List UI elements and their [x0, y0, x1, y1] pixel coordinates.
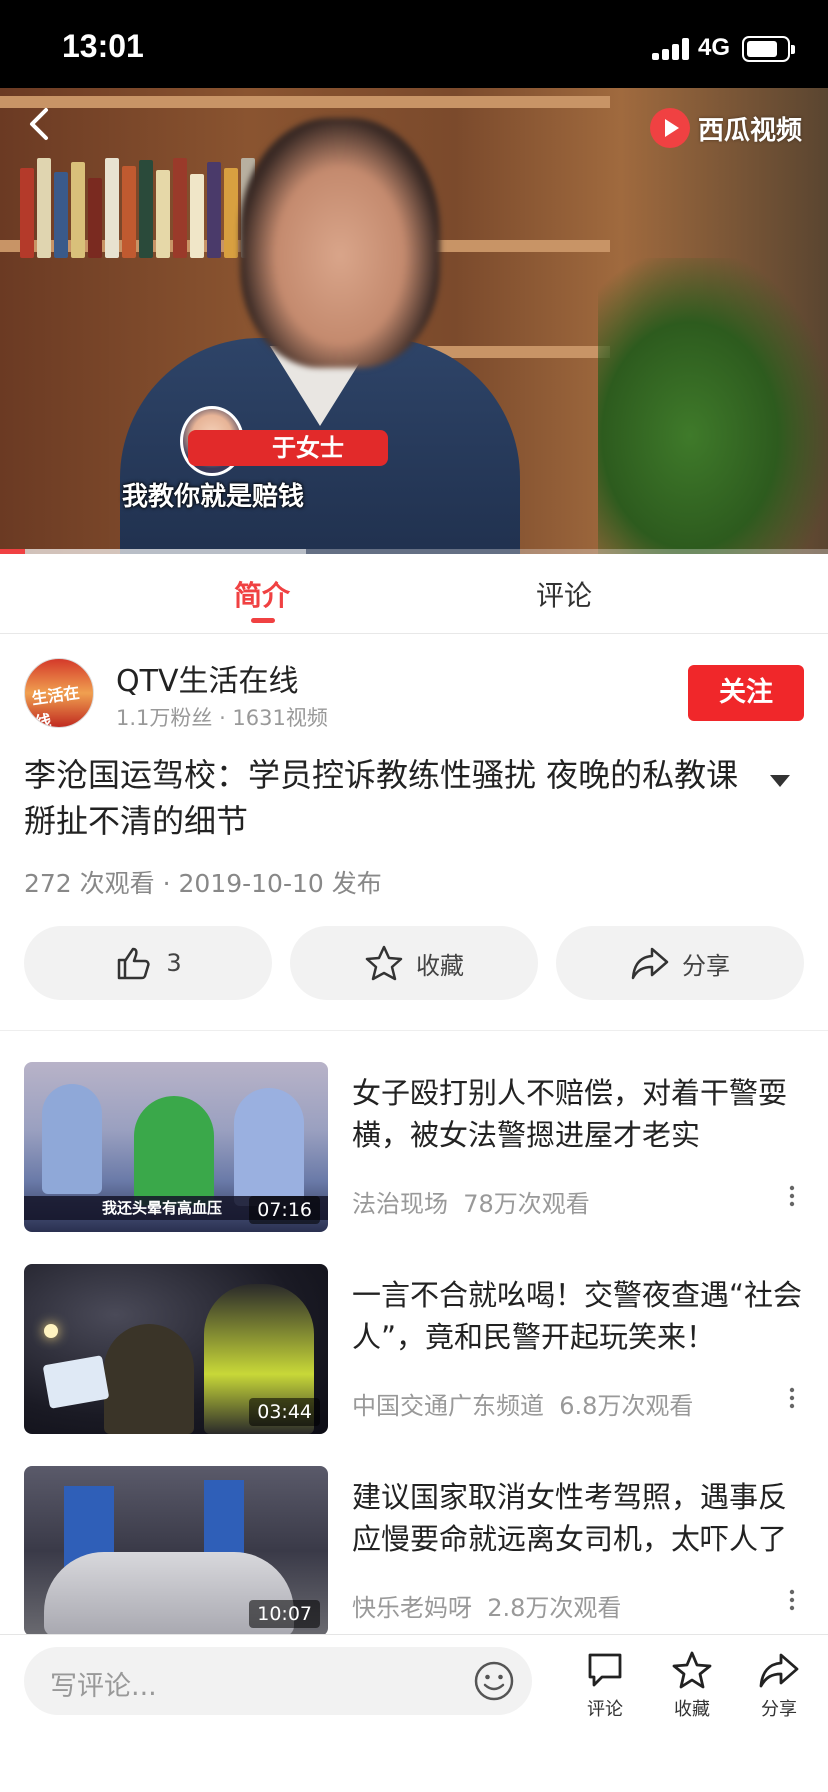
street-light [44, 1324, 58, 1338]
related-meta: 法治现场 78万次观看 [352, 1184, 590, 1219]
share-label: 分享 [682, 951, 730, 980]
favorite-bar-button[interactable]: 收藏 [657, 1649, 727, 1721]
brand-watermark: 西瓜视频 [649, 108, 802, 148]
related-source: 法治现场 [352, 1190, 448, 1218]
related-title: 一言不合就吆喝！交警夜查遇“社会人”，竟和民警开起玩笑来！ [352, 1278, 803, 1354]
share-bar-label: 分享 [761, 1699, 797, 1720]
more-dots-icon[interactable] [782, 1180, 802, 1212]
status-time: 13:01 [62, 28, 144, 64]
author-stats: 1.1万粉丝 · 1631视频 [116, 706, 328, 730]
related-title: 建议国家取消女性考驾照，遇事反应慢要命就远离女司机，太吓人了 [352, 1480, 788, 1556]
video-thumbnail: 我还头晕有高血压 07:16 [24, 1062, 328, 1232]
signal-icon [652, 38, 692, 60]
follow-button[interactable]: 关注 [688, 665, 804, 721]
author-avatar[interactable]: 生活在线 [24, 658, 94, 728]
expand-triangle-icon[interactable] [768, 772, 792, 790]
officer-figure [42, 1084, 102, 1194]
star-icon [365, 945, 403, 981]
share-arrow-icon [631, 947, 669, 980]
related-views: 2.8万次观看 [487, 1594, 622, 1622]
related-video[interactable]: 我还头晕有高血压 07:16 女子殴打别人不赔偿，对着干警耍横，被女法警摁进屋才… [24, 1062, 804, 1232]
share-arrow-icon [759, 1653, 799, 1688]
video-thumbnail: 10:07 [24, 1466, 328, 1636]
related-meta: 中国交通广东频道 6.8万次观看 [352, 1386, 693, 1421]
bottom-bar: 写评论... 评论 收藏 分享 [0, 1634, 828, 1792]
favorite-label: 收藏 [416, 951, 464, 980]
speaker-name-tag: 于女士 [188, 430, 388, 466]
blurred-face [240, 118, 440, 368]
author-name[interactable]: QTV生活在线 [116, 656, 298, 700]
emoji-icon[interactable] [472, 1659, 516, 1703]
like-button[interactable]: 3 [24, 926, 272, 1000]
star-icon [672, 1651, 712, 1689]
favorite-bar-label: 收藏 [674, 1699, 710, 1720]
plant [598, 258, 828, 554]
avatar-logo-text: 生活在线 [30, 682, 81, 728]
video-meta: 272 次观看 · 2019-10-10 发布 [24, 869, 382, 898]
thumbs-up-icon [118, 947, 150, 980]
comment-button[interactable]: 评论 [570, 1649, 640, 1721]
action-row: 3 收藏 分享 [24, 926, 804, 1000]
tab-active-indicator [251, 618, 275, 623]
favorite-button[interactable]: 收藏 [290, 926, 538, 1000]
tab-intro[interactable]: 简介 [234, 574, 290, 614]
status-bar: 13:01 4G [0, 0, 828, 88]
brand-name: 西瓜视频 [697, 115, 802, 146]
comment-placeholder: 写评论... [50, 1671, 157, 1702]
related-meta: 快乐老妈呀 2.8万次观看 [352, 1588, 621, 1623]
comment-input[interactable]: 写评论... [24, 1647, 532, 1715]
like-count: 3 [166, 949, 182, 977]
more-dots-icon[interactable] [782, 1382, 802, 1414]
section-divider [0, 1030, 828, 1031]
share-button[interactable]: 分享 [556, 926, 804, 1000]
tab-comments[interactable]: 评论 [536, 574, 592, 614]
share-bar-button[interactable]: 分享 [744, 1649, 814, 1721]
comment-label: 评论 [587, 1699, 623, 1720]
video-title: 李沧国运驾校：学员控诉教练性骚扰 夜晚的私教课 掰扯不清的细节 [24, 756, 739, 840]
video-duration: 03:44 [249, 1398, 320, 1426]
channel-logo [42, 1355, 110, 1409]
video-player[interactable]: 西瓜视频 于女士 我教你就是赔钱 [0, 88, 828, 554]
battery-icon [742, 36, 795, 62]
more-dots-icon[interactable] [782, 1584, 802, 1616]
related-video[interactable]: 10:07 建议国家取消女性考驾照，遇事反应慢要命就远离女司机，太吓人了 快乐老… [24, 1466, 804, 1636]
comment-bubble-icon [588, 1653, 622, 1687]
related-video[interactable]: 03:44 一言不合就吆喝！交警夜查遇“社会人”，竟和民警开起玩笑来！ 中国交通… [24, 1264, 804, 1434]
related-views: 78万次观看 [463, 1190, 590, 1218]
woman-figure [134, 1096, 214, 1206]
detail-tabs: 简介 评论 [0, 554, 828, 634]
related-title: 女子殴打别人不赔偿，对着干警耍横，被女法警摁进屋才老实 [352, 1076, 788, 1152]
video-subtitle: 我教你就是赔钱 [122, 482, 305, 512]
network-label: 4G [698, 34, 731, 61]
officer-figure [234, 1088, 304, 1206]
man-figure [104, 1324, 194, 1434]
xigua-logo-icon [649, 108, 690, 148]
video-duration: 07:16 [249, 1196, 320, 1224]
video-duration: 10:07 [249, 1600, 320, 1628]
video-thumbnail: 03:44 [24, 1264, 328, 1434]
related-source: 快乐老妈呀 [352, 1594, 472, 1622]
bookshelf [0, 96, 610, 108]
related-source: 中国交通广东频道 [352, 1392, 544, 1420]
related-views: 6.8万次观看 [559, 1392, 694, 1420]
back-arrow-icon[interactable] [22, 102, 58, 146]
